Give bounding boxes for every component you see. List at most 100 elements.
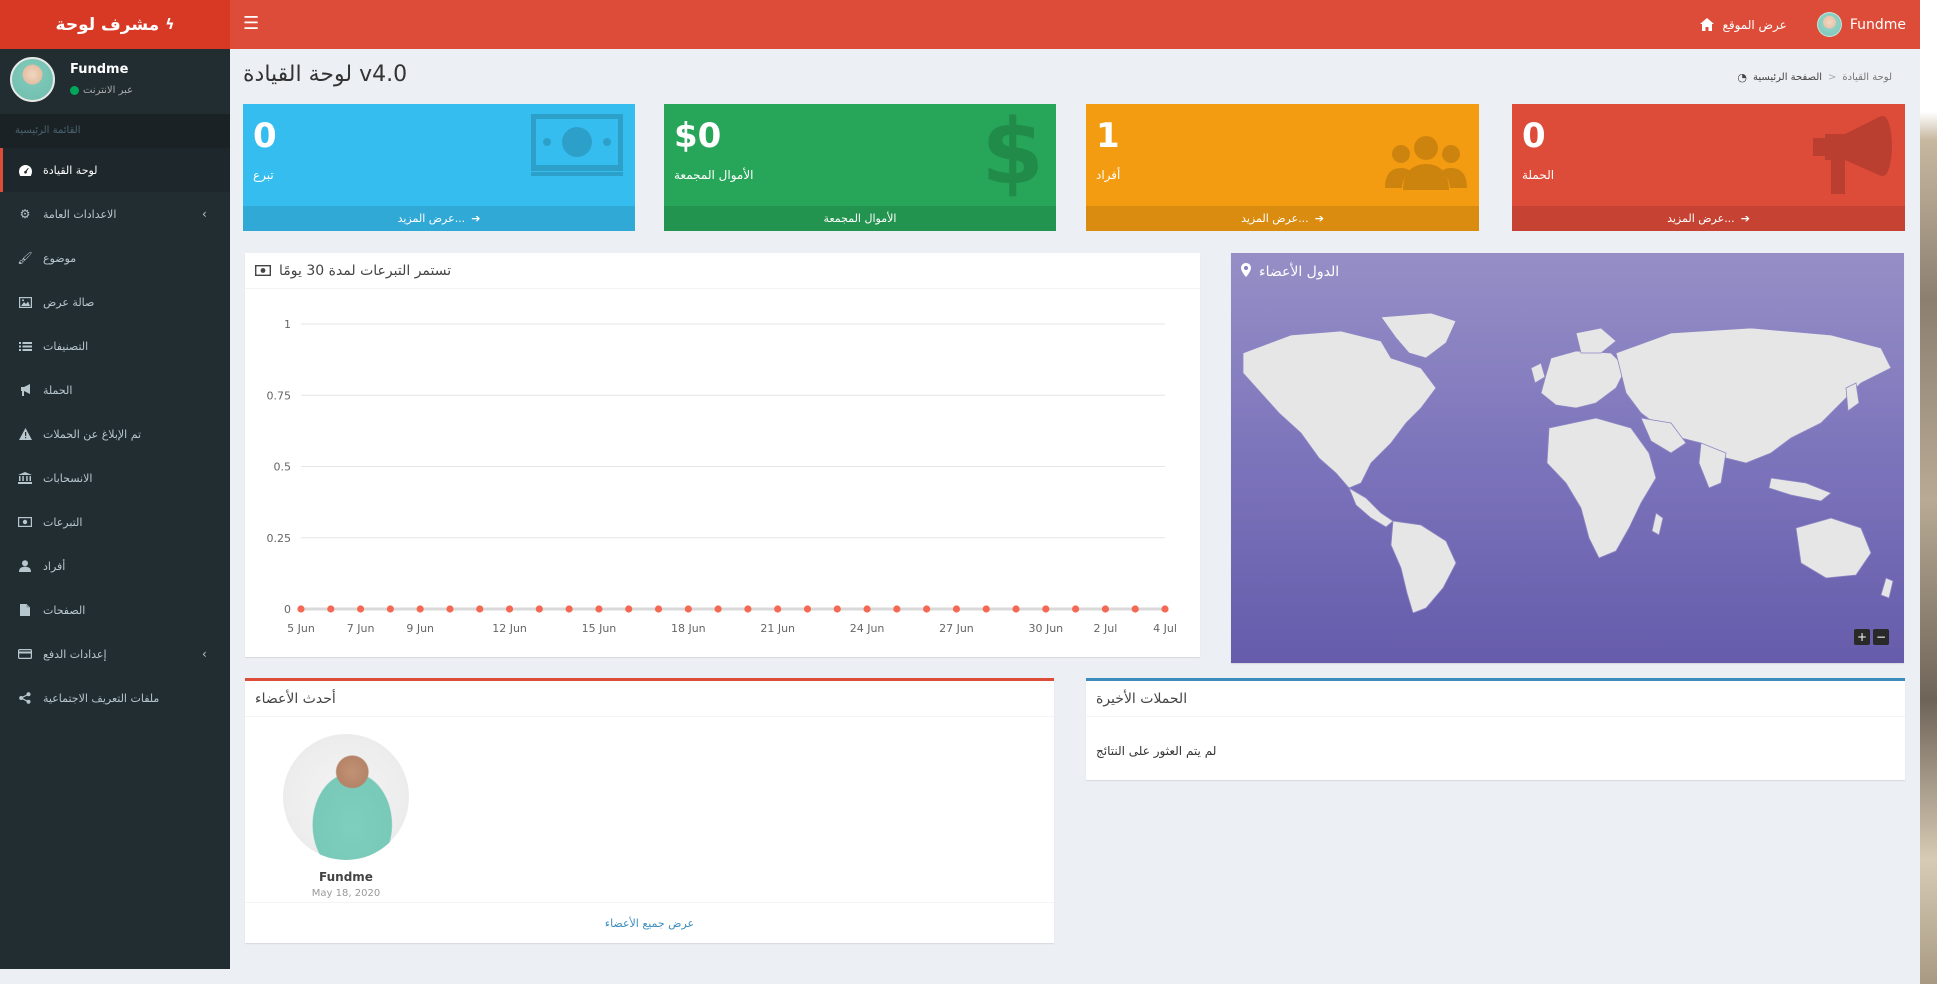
- users-icon: [1385, 136, 1467, 190]
- data-point: [952, 605, 961, 613]
- donations-line-chart: 00.250.50.7515 Jun 7 Jun 9 Jun 12 Jun 15 Jun…: [267, 318, 1177, 635]
- view-site-link[interactable]: عرض الموقع: [1700, 17, 1787, 32]
- sidebar-item-campaign[interactable]: الحملة: [0, 368, 230, 412]
- stat-box-members: 1 أفراد عرض المزيد... ➔: [1086, 104, 1479, 231]
- page-title: لوحة القيادة v4.0: [243, 62, 408, 87]
- x-tick-label: 21 Jun: [760, 622, 795, 635]
- data-point: [923, 605, 931, 613]
- arrow-circle-right-icon: ➔: [471, 212, 481, 225]
- sidebar-item-dashboard[interactable]: لوحة القيادة: [0, 148, 230, 192]
- status-text: عبر الانترنت: [83, 85, 134, 96]
- dashboard-icon: ◔: [1737, 71, 1748, 84]
- more-info-link[interactable]: عرض المزيد... ➔: [1512, 206, 1905, 231]
- sidebar-item-general-settings[interactable]: ⚙ الاعدادات العامة ‹: [0, 192, 230, 236]
- stat-footer-label: عرض المزيد...: [1241, 212, 1309, 225]
- sidebar-item-label: صالة عرض: [43, 295, 95, 309]
- stat-label: الأموال المجمعة: [674, 168, 754, 182]
- sidebar-item-categories[interactable]: التصنيفات: [0, 324, 230, 368]
- avatar: [10, 57, 55, 102]
- data-point: [1042, 605, 1050, 613]
- x-tick-label: 2 Jul: [1094, 622, 1118, 635]
- sidebar-item-label: أفراد: [43, 559, 66, 573]
- money-bill-icon: [531, 114, 623, 176]
- list-icon: [17, 339, 33, 353]
- sidebar-item-gallery[interactable]: صالة عرض: [0, 280, 230, 324]
- data-point: [356, 605, 365, 613]
- brand-logo[interactable]: مشرف لوحة ϟ: [0, 0, 230, 49]
- y-tick-label: 0.75: [267, 389, 292, 402]
- y-tick-label: 0: [284, 603, 291, 616]
- sidebar-item-donations[interactable]: التبرعات: [0, 500, 230, 544]
- warning-icon: [17, 427, 33, 441]
- data-point: [446, 605, 454, 613]
- more-info-link[interactable]: عرض المزيد... ➔: [243, 206, 635, 231]
- world-map[interactable]: [1231, 313, 1904, 613]
- map-region: [1575, 327, 1617, 354]
- y-tick-label: 1: [284, 318, 291, 331]
- map-marker-icon: [1241, 263, 1251, 281]
- data-point: [625, 605, 633, 613]
- sidebar-item-label: الصفحات: [43, 603, 86, 617]
- dollar-icon: $: [981, 100, 1044, 205]
- bullhorn-icon: [1813, 116, 1892, 194]
- view-all-members-link[interactable]: عرض جميع الأعضاء: [245, 902, 1054, 943]
- x-tick-label: 9 Jun: [406, 622, 434, 635]
- sidebar-item-payment-settings[interactable]: إعدادات الدفع ‹: [0, 632, 230, 676]
- x-tick-label: 4 Jul: [1153, 622, 1177, 635]
- sidebar-item-social-profiles[interactable]: ملفات التعريف الاجتماعية: [0, 676, 230, 720]
- panel-header: الحملات الأخيرة: [1086, 681, 1905, 717]
- data-point: [714, 605, 722, 613]
- member-countries-map-panel: الدول الأعضاء + −: [1231, 253, 1904, 663]
- stat-value: 0: [253, 116, 277, 156]
- panel-header: تستمر التبرعات لمدة 30 يومًا: [245, 253, 1200, 289]
- breadcrumb: ◔ الصفحة الرئيسية > لوحة القيادة: [1737, 71, 1892, 84]
- panel-header: الدول الأعضاء: [1241, 263, 1339, 281]
- arrow-circle-right-icon: ➔: [1314, 212, 1324, 225]
- stat-label: أفراد: [1096, 168, 1121, 182]
- user-menu[interactable]: Fundme: [1816, 12, 1906, 37]
- more-info-link[interactable]: الأموال المجمعة: [664, 206, 1056, 231]
- data-point: [476, 605, 484, 613]
- view-site-label: عرض الموقع: [1722, 17, 1787, 32]
- data-point: [863, 605, 871, 613]
- stat-value: $0: [674, 116, 722, 156]
- sidebar-item-pages[interactable]: الصفحات: [0, 588, 230, 632]
- sidebar-toggle-icon[interactable]: ☰: [243, 14, 259, 34]
- data-point: [1131, 605, 1139, 613]
- sidebar-item-members[interactable]: أفراد: [0, 544, 230, 588]
- x-tick-label: 15 Jun: [582, 622, 617, 635]
- sidebar-item-theme[interactable]: 🖌 موضوع: [0, 236, 230, 280]
- map-title: الدول الأعضاء: [1259, 264, 1340, 280]
- more-info-link[interactable]: عرض المزيد... ➔: [1086, 206, 1479, 231]
- data-point: [565, 605, 573, 613]
- sidebar-item-withdrawals[interactable]: الانسحابات: [0, 456, 230, 500]
- y-tick-label: 0.5: [274, 461, 292, 474]
- data-point: [774, 605, 782, 613]
- credit-card-icon: [17, 647, 33, 661]
- data-point: [416, 605, 424, 613]
- bolt-icon: ϟ: [165, 16, 175, 33]
- file-icon: [17, 603, 33, 617]
- stat-label: تبرع: [253, 168, 274, 182]
- donations-chart-panel: تستمر التبرعات لمدة 30 يومًا 0 0.25 0.5 0.7…: [245, 253, 1200, 657]
- map-zoom-in-button[interactable]: +: [1854, 629, 1870, 645]
- sidebar-item-reported-campaigns[interactable]: تم الإبلاغ عن الحملات: [0, 412, 230, 456]
- map-region: [1380, 313, 1457, 359]
- gears-icon: ⚙: [19, 207, 31, 221]
- stat-value: 0: [1522, 116, 1546, 156]
- map-zoom-out-button[interactable]: −: [1873, 629, 1889, 645]
- navbar-right: عرض الموقع Fundme: [1700, 0, 1906, 49]
- sidebar-item-label: ملفات التعريف الاجتماعية: [43, 691, 160, 705]
- avatar: [1816, 12, 1842, 37]
- map-region: [1348, 487, 1394, 528]
- breadcrumb-home[interactable]: الصفحة الرئيسية: [1753, 72, 1822, 83]
- member-card[interactable]: Fundme May 18, 2020: [283, 734, 409, 899]
- chevron-left-icon: ‹: [202, 647, 207, 661]
- map-region: [1242, 330, 1437, 489]
- background-strip: [1920, 0, 1937, 984]
- data-point: [386, 605, 394, 613]
- recent-campaigns-panel: الحملات الأخيرة لم يتم العثور على النتائ…: [1086, 678, 1905, 780]
- sidebar-item-label: موضوع: [43, 251, 77, 265]
- page: مشرف لوحة ϟ ☰ عرض الموقع Fundme Fundme ع…: [0, 0, 1920, 984]
- stat-box-campaign: 0 الحملة عرض المزيد... ➔: [1512, 104, 1905, 231]
